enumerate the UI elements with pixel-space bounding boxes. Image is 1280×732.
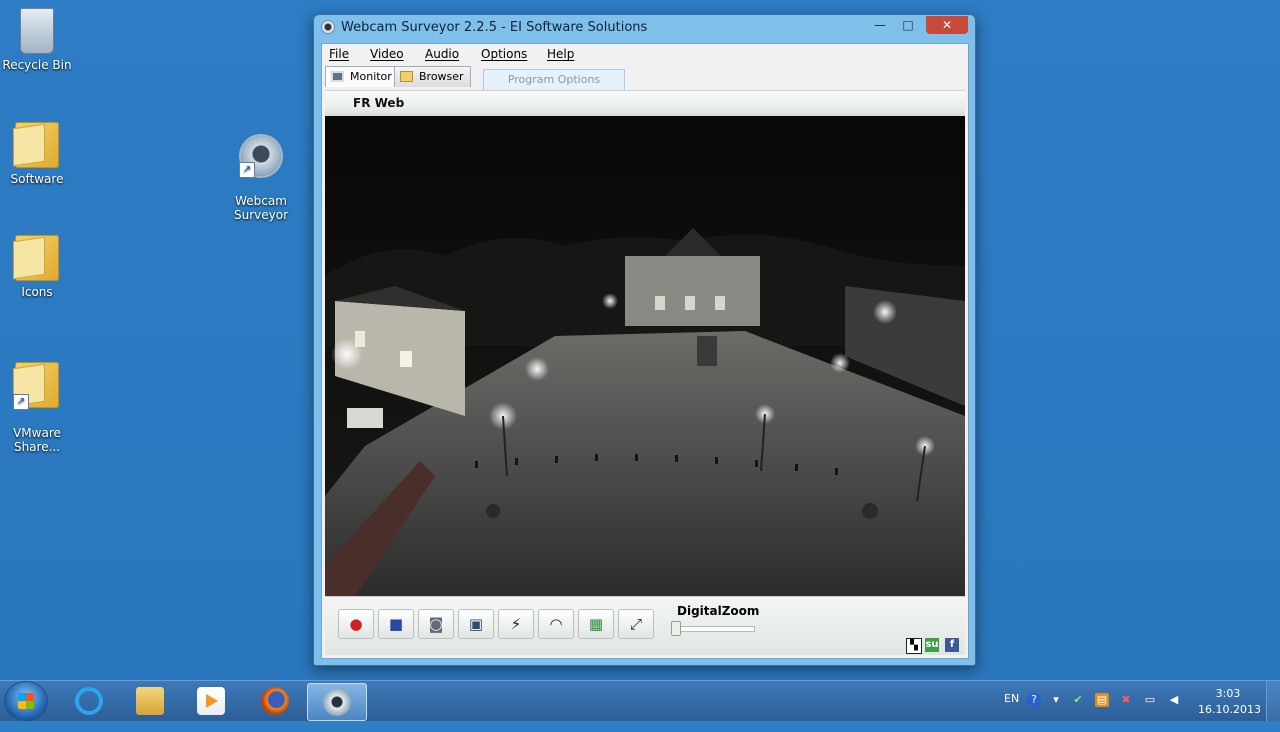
desktop-icon-label: Software (10, 172, 64, 186)
system-clock[interactable]: 3:03 16.10.2013 (1198, 686, 1261, 718)
network-icon[interactable]: ✔ (1071, 693, 1085, 707)
folder-icon (15, 122, 59, 168)
wifi-icon: ◠ (549, 615, 563, 633)
desktop-icon-software[interactable]: Software (0, 122, 77, 186)
client-area: File Video Audio Options Help Monitor Br… (321, 43, 969, 659)
show-desktop-button[interactable] (1266, 681, 1280, 721)
window-title: Webcam Surveyor 2.2.5 - EI Software Solu… (341, 20, 648, 35)
desktop-icon-label: Recycle Bin (2, 58, 72, 72)
delicious-icon[interactable]: ▚ (906, 638, 922, 654)
taskbar-firefox[interactable] (246, 683, 304, 719)
picture-icon: ▦ (588, 615, 604, 633)
shortcut-arrow-icon: ↗ (239, 162, 255, 178)
minimize-button[interactable]: — (868, 16, 892, 34)
show-hidden-icons-icon[interactable]: ▾ (1049, 693, 1063, 707)
program-options-tooltip: Program Options (483, 69, 625, 91)
digital-zoom-label: DigitalZoom (677, 604, 760, 618)
maximize-button[interactable]: □ (896, 16, 920, 34)
video-capture-button[interactable]: ▣ (458, 609, 494, 639)
clock-date: 16.10.2013 (1198, 703, 1261, 716)
desktop-icon-icons[interactable]: Icons (0, 235, 77, 299)
snapshot-button[interactable]: ◙ (418, 609, 454, 639)
title-bar[interactable]: Webcam Surveyor 2.2.5 - EI Software Solu… (314, 15, 975, 41)
taskbar-media-player[interactable] (182, 683, 240, 719)
media-player-icon (197, 687, 225, 715)
taskbar: EN ? ▾ ✔ ▤ ✖ ▭ ◀ 3:03 16.10.2013 (0, 680, 1280, 721)
desktop-icon-label: Icons (21, 285, 53, 299)
display-icon[interactable]: ▭ (1143, 693, 1157, 707)
file-explorer-icon (136, 687, 164, 715)
desktop-icon-label: Webcam Surveyor (233, 194, 289, 222)
menu-file[interactable]: File (329, 47, 349, 61)
folder-icon (15, 235, 59, 281)
menu-options[interactable]: Options (481, 47, 527, 61)
close-button[interactable]: ✕ (926, 16, 968, 34)
camera-header: FR Web (325, 90, 965, 117)
night-square-image (325, 116, 965, 596)
broadcast-button[interactable]: ◠ (538, 609, 574, 639)
folder-icon: ↗ (13, 362, 59, 410)
digital-zoom-track[interactable] (677, 626, 755, 632)
help-icon[interactable]: ? (1027, 693, 1041, 707)
windows-logo-icon (18, 693, 34, 709)
overlay-button[interactable]: ▦ (578, 609, 614, 639)
tab-label: Browser (419, 70, 464, 83)
clock-time: 3:03 (1215, 687, 1241, 700)
volume-icon[interactable]: ◀ (1167, 693, 1181, 707)
facebook-icon[interactable]: f (945, 638, 959, 652)
film-icon: ▣ (468, 615, 484, 633)
webcam-icon (323, 688, 351, 716)
start-button[interactable] (5, 682, 47, 720)
app-window: Webcam Surveyor 2.2.5 - EI Software Solu… (313, 14, 976, 666)
menu-audio[interactable]: Audio (425, 47, 459, 61)
taskbar-internet-explorer[interactable] (60, 683, 118, 719)
firefox-icon (261, 687, 289, 715)
stop-button[interactable]: ■ (378, 609, 414, 639)
tab-monitor[interactable]: Monitor (325, 66, 399, 87)
running-man-icon: ⚡ (510, 615, 522, 633)
menu-help[interactable]: Help (547, 47, 574, 61)
menu-video[interactable]: Video (370, 47, 404, 61)
tab-label: Monitor (350, 70, 392, 83)
desktop-icon-webcam-surveyor[interactable]: ↗ Webcam Surveyor (221, 122, 301, 236)
shortcut-arrow-icon: ↗ (13, 394, 29, 410)
taskbar-file-explorer[interactable] (121, 683, 179, 719)
language-indicator[interactable]: EN (1004, 692, 1019, 732)
camera-icon: ◙ (428, 615, 444, 633)
record-button[interactable]: ● (338, 609, 374, 639)
recycle-bin-icon (20, 8, 54, 54)
tab-browser[interactable]: Browser (394, 66, 471, 87)
camera-name: FR Web (353, 96, 405, 110)
taskbar-webcam-surveyor[interactable] (307, 683, 367, 721)
fullscreen-button[interactable]: ⤢ (618, 609, 654, 639)
fullscreen-icon: ⤢ (629, 615, 642, 633)
folder-icon (400, 71, 413, 82)
internet-explorer-icon (75, 687, 103, 715)
desktop-icon-recycle-bin[interactable]: Recycle Bin (0, 8, 77, 72)
app-icon[interactable] (322, 21, 334, 33)
record-icon: ● (349, 615, 363, 633)
webcam-video-view[interactable] (325, 116, 965, 596)
desktop-icon-vmware-share[interactable]: ↗ VMware Share... (0, 348, 77, 468)
desktop-icon-label: VMware Share... (13, 426, 61, 454)
digital-zoom-slider[interactable] (671, 621, 681, 636)
control-bar: ● ■ ◙ ▣ ⚡ ◠ ▦ ⤢ DigitalZoom ▚ su f (325, 596, 965, 655)
stop-icon: ■ (388, 615, 404, 633)
webcam-icon: ↗ (239, 136, 281, 178)
security-icon[interactable]: ▤ (1095, 693, 1109, 707)
menu-bar: File Video Audio Options Help (322, 44, 968, 64)
stumbleupon-icon[interactable]: su (925, 638, 939, 652)
action-center-icon[interactable]: ✖ (1119, 693, 1133, 707)
motion-detection-button[interactable]: ⚡ (498, 609, 534, 639)
monitor-icon (331, 71, 344, 82)
